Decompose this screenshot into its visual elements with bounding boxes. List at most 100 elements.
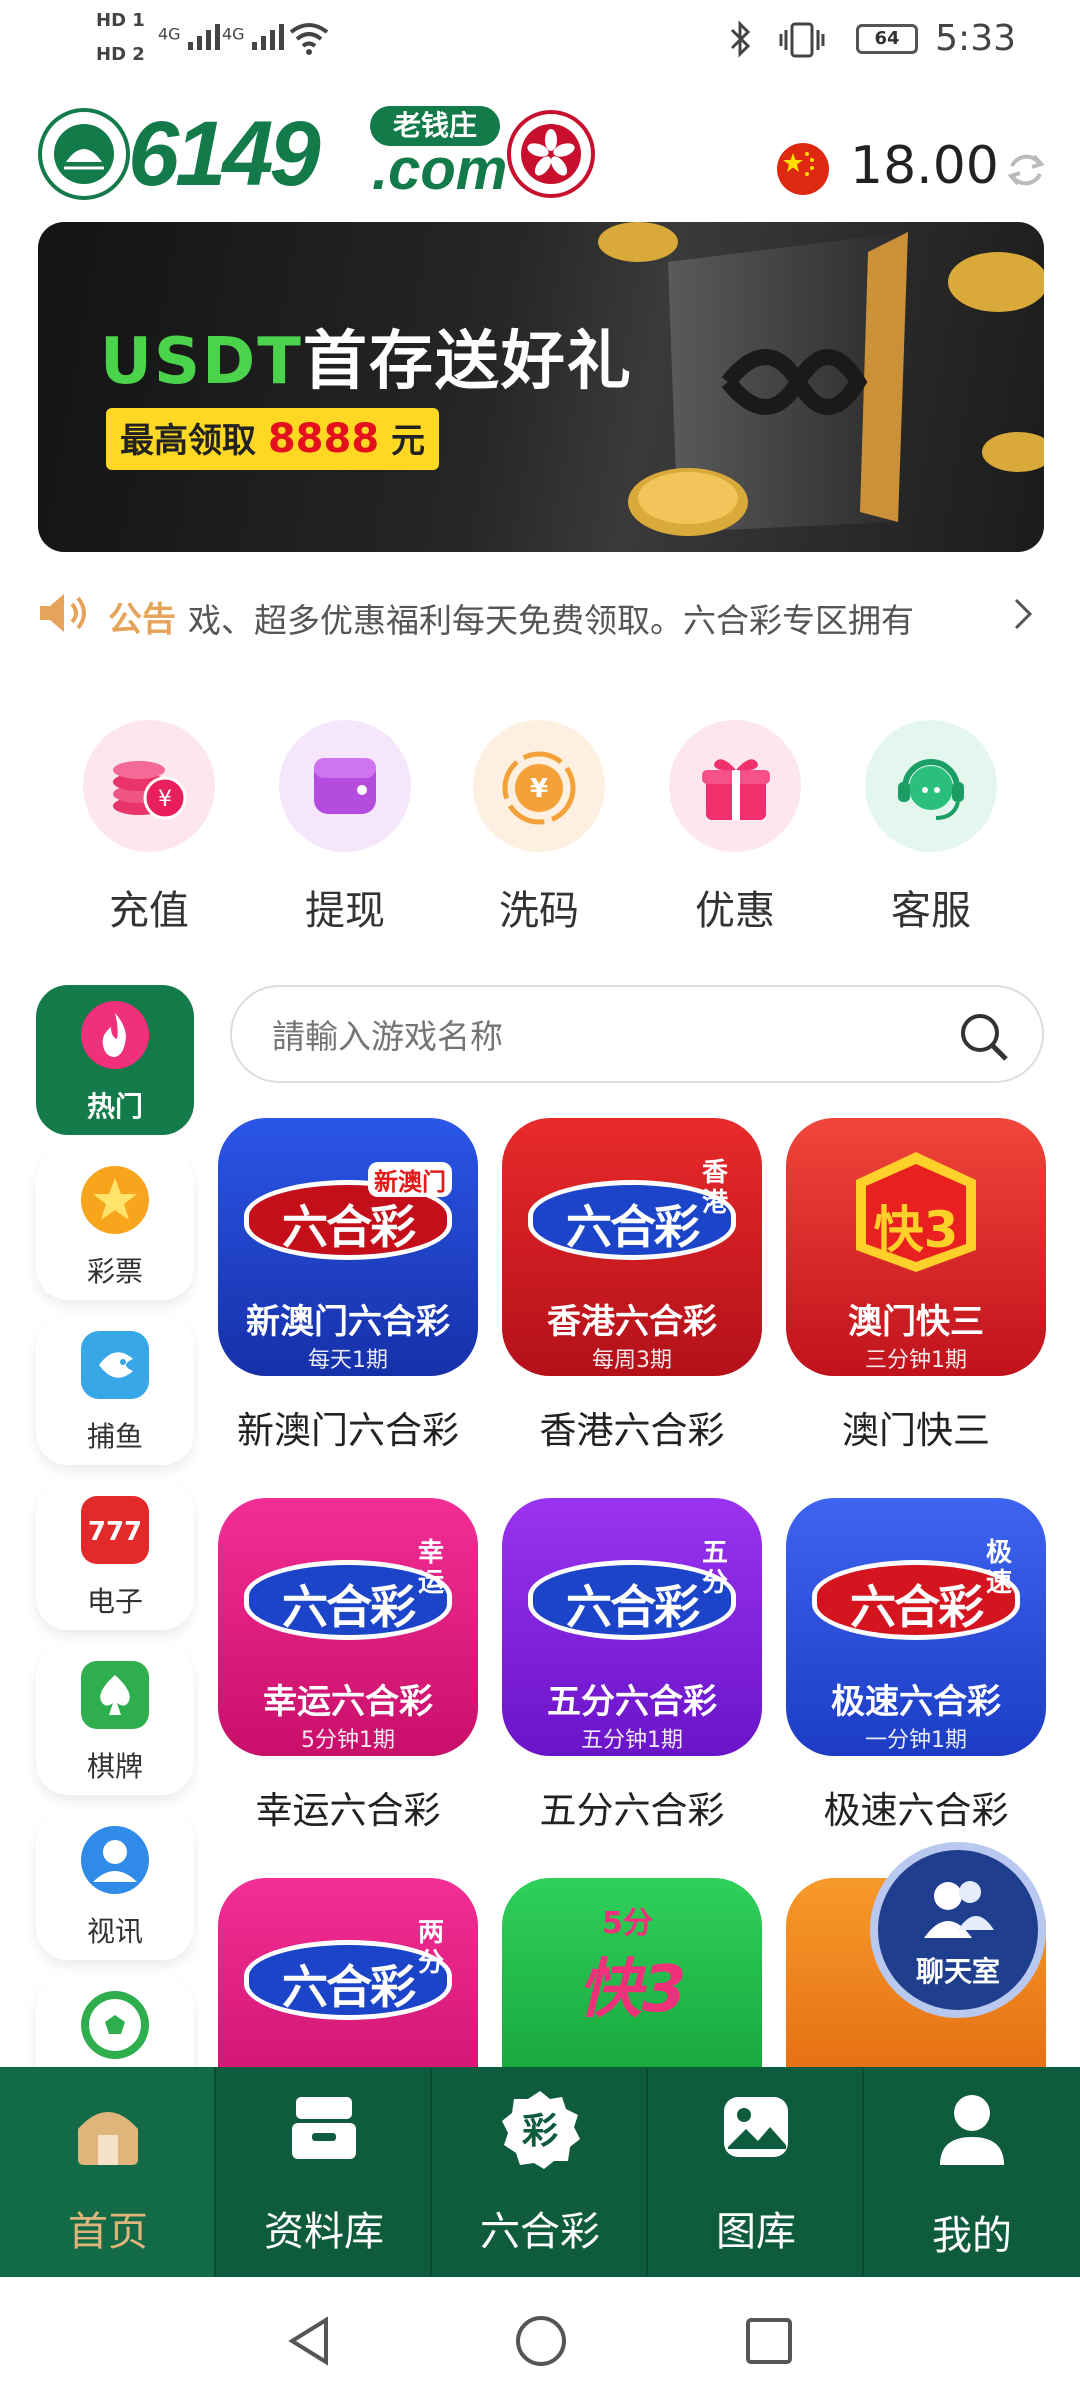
category-cards[interactable]: 棋牌 (36, 1645, 194, 1795)
recents-icon[interactable] (744, 2316, 794, 2366)
nav-label: 资料库 (264, 2209, 384, 2255)
app-header: 6149 老钱庄 .com 18.00 (0, 90, 1080, 220)
archive-box-icon (292, 2097, 356, 2159)
back-icon[interactable] (284, 2314, 334, 2368)
game-card[interactable]: 六合彩 五分 五分六合彩 五分钟1期 五分六合彩 (502, 1498, 762, 1838)
chevron-right-icon[interactable] (1008, 596, 1038, 632)
game-card[interactable]: 六合彩 香港 香港六合彩 每周3期 香港六合彩 (502, 1118, 762, 1458)
tile-subtitle: 每周3期 (592, 1348, 672, 1373)
game-card[interactable]: 六合彩 幸运 幸运六合彩 5分钟1期 幸运六合彩 (218, 1498, 478, 1838)
nav-home[interactable]: 首页 (0, 2067, 216, 2277)
signal-label: 4G (222, 24, 245, 44)
chat-room-button[interactable]: 聊天室 (870, 1842, 1046, 2018)
china-flag-icon (777, 143, 829, 195)
nav-label: 图库 (716, 2209, 796, 2255)
game-name: 五分六合彩 (539, 1789, 725, 1832)
banner-title-highlight: USDT (100, 325, 303, 399)
home-circle-icon[interactable] (514, 2314, 568, 2368)
nav-label: 我的 (932, 2213, 1012, 2259)
system-navigation (0, 2278, 1080, 2400)
game-search[interactable] (230, 985, 1044, 1083)
coins-icon: ¥ (113, 761, 187, 820)
tile-subtitle: 五分钟1期 (581, 1728, 683, 1753)
game-name: 幸运六合彩 (255, 1789, 441, 1832)
quick-action-label: 客服 (891, 888, 971, 934)
game-card[interactable]: 快3 5分 (502, 1878, 762, 2067)
tile-title: 极速六合彩 (831, 1682, 1001, 1722)
refresh-icon[interactable] (1004, 148, 1048, 192)
game-card[interactable]: 六合彩 新澳门 新澳门六合彩 每天1期 新澳门六合彩 (218, 1118, 478, 1458)
star-icon (81, 1166, 149, 1234)
game-card[interactable]: 快3 澳门快三 三分钟1期 澳门快三 (786, 1118, 1046, 1458)
clock: 5:33 (935, 18, 1016, 59)
notice-bar[interactable]: 公告 戏、超多优惠福利每天免费领取。六合彩专区拥有 (36, 580, 1046, 646)
corner-tag: 两分 (418, 1918, 445, 1978)
quick-action-customer-service[interactable]: 客服 (856, 718, 1006, 938)
game-card[interactable]: 六合彩 两分 (218, 1878, 478, 2067)
category-lottery[interactable]: 彩票 (36, 1150, 194, 1300)
category-label: 彩票 (86, 1255, 143, 1288)
corner-tag: 幸运 (418, 1538, 445, 1598)
hong-kong-emblem-icon (507, 110, 595, 198)
balance-amount: 18.00 (850, 136, 999, 196)
svg-text:¥: ¥ (530, 774, 548, 804)
nav-label: 六合彩 (480, 2209, 600, 2255)
nav-profile[interactable]: 我的 (864, 2067, 1080, 2277)
gift-icon (702, 759, 770, 820)
category-fishing[interactable]: 捕鱼 (36, 1315, 194, 1465)
quick-action-rebate[interactable]: ¥ 洗码 (464, 718, 614, 938)
corner-tag: 五分 (702, 1538, 729, 1598)
game-card[interactable]: 六合彩 极速 极速六合彩 一分钟1期 极速六合彩 (786, 1498, 1046, 1838)
search-input[interactable] (272, 1011, 932, 1061)
bottom-navigation: 首页 资料库 彩 六合彩 图库 我的 (0, 2067, 1080, 2277)
logo-mark: 六合彩 (282, 1200, 416, 1254)
search-icon[interactable] (958, 1011, 1010, 1063)
tile-title: 幸运六合彩 (263, 1682, 433, 1722)
category-label: 热门 (86, 1090, 143, 1123)
wallet-icon (314, 758, 376, 814)
category-slots[interactable]: 777 电子 (36, 1480, 194, 1630)
game-name: 香港六合彩 (539, 1409, 725, 1452)
image-gallery-icon (724, 2097, 788, 2157)
tile-title: 香港六合彩 (547, 1302, 717, 1342)
nav-gallery[interactable]: 图库 (648, 2067, 864, 2277)
category-label: 电子 (86, 1585, 143, 1618)
battery-indicator: 64 (856, 24, 918, 54)
game-tile: 六合彩 五分 五分六合彩 五分钟1期 (502, 1498, 762, 1756)
svg-text:¥: ¥ (158, 787, 172, 812)
speaker-icon (40, 594, 86, 632)
nav-database[interactable]: 资料库 (216, 2067, 432, 2277)
category-label: 棋牌 (86, 1750, 143, 1783)
vibrate-icon (779, 22, 825, 58)
notice-text: 戏、超多优惠福利每天免费领取。六合彩专区拥有 (188, 601, 914, 640)
game-name: 极速六合彩 (823, 1789, 1009, 1832)
hd2-icon: HD 2 (96, 44, 145, 65)
promo-banner[interactable]: USDT首存送好礼 最高领取 8888 元 (38, 222, 1044, 552)
tile-title: 五分六合彩 (547, 1682, 717, 1722)
live-dealer-icon (81, 1826, 149, 1894)
nav-label: 首页 (68, 2209, 148, 2255)
game-tile: 六合彩 幸运 幸运六合彩 5分钟1期 (218, 1498, 478, 1756)
category-sports[interactable] (36, 1975, 194, 2067)
nav-badge-char: 彩 (522, 2111, 558, 2152)
tile-title: 澳门快三 (848, 1302, 984, 1342)
tile-subtitle: 一分钟1期 (865, 1728, 967, 1753)
tile-subtitle: 每天1期 (308, 1348, 388, 1373)
nav-mark-six[interactable]: 彩 六合彩 (432, 2067, 648, 2277)
user-profile-icon (940, 2095, 1004, 2165)
game-tile: 六合彩 两分 (218, 1878, 478, 2067)
game-tile: 六合彩 新澳门 新澳门六合彩 每天1期 (218, 1118, 478, 1376)
quick-action-label: 洗码 (499, 888, 579, 934)
category-hot[interactable]: 热门 (36, 985, 194, 1135)
svg-text:777: 777 (88, 1517, 142, 1547)
signal-icon: 4G (222, 18, 290, 52)
category-live[interactable]: 视讯 (36, 1810, 194, 1960)
flame-icon (81, 1001, 149, 1069)
tile-subtitle: 5分钟1期 (301, 1728, 395, 1753)
quick-action-withdraw[interactable]: 提现 (270, 718, 420, 938)
quick-action-recharge[interactable]: ¥ 充值 (74, 718, 224, 938)
quick-action-promotions[interactable]: 优惠 (660, 718, 810, 938)
signal-icon: 4G (158, 18, 226, 52)
banner-title: USDT首存送好礼 (100, 310, 633, 402)
lottery-badge-icon: 彩 (502, 2091, 580, 2169)
